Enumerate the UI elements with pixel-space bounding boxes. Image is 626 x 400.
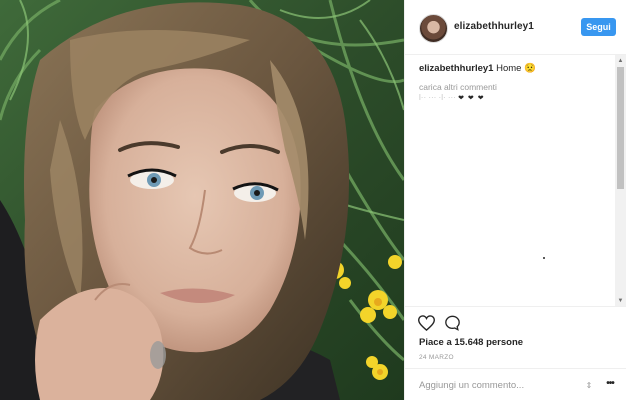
load-more-comments-link[interactable]: carica altri commenti (419, 82, 497, 92)
post-header: elizabethhurley1 Segui (405, 0, 626, 55)
comments-scrollbar[interactable]: ▲ ▼ (615, 55, 626, 306)
post-date: 24 MARZO (419, 354, 454, 361)
caption-username[interactable]: elizabethhurley1 (419, 63, 493, 74)
comments-area[interactable]: elizabethhurley1 Home 😟 carica altri com… (405, 55, 615, 305)
avatar[interactable] (419, 14, 448, 43)
stray-dot (543, 257, 545, 259)
partial-comment-hearts: ❤ ❤ ❤ (458, 95, 485, 102)
instagram-post: elizabethhurley1 Segui elizabethhurley1 … (0, 0, 626, 400)
likes-count[interactable]: Piace a 15.648 persone (419, 337, 523, 348)
resize-icon[interactable]: ⇕ (583, 379, 595, 391)
comment-icon[interactable] (444, 315, 461, 331)
follow-button[interactable]: Segui (581, 18, 616, 36)
scrollbar-thumb[interactable] (617, 67, 624, 189)
post-photo[interactable] (0, 0, 404, 400)
post-side-panel: elizabethhurley1 Segui elizabethhurley1 … (404, 0, 626, 400)
scroll-up-arrow-icon[interactable]: ▲ (615, 55, 626, 66)
add-comment-bar: ⇕ ••• (405, 368, 626, 400)
header-username[interactable]: elizabethhurley1 (454, 21, 534, 32)
more-options-icon[interactable]: ••• (603, 376, 617, 390)
selfie-image (0, 0, 404, 400)
post-actions: Piace a 15.648 persone 24 MARZO (405, 306, 626, 362)
heart-icon[interactable] (418, 315, 435, 331)
comment-input[interactable] (419, 377, 559, 393)
caption-text: Home 😟 (496, 63, 536, 74)
partial-comment-text: l·· ··· ·l· ··· (419, 93, 456, 102)
post-caption: elizabethhurley1 Home 😟 (419, 63, 536, 74)
partial-comment: l·· ··· ·l· ··· ❤ ❤ ❤ (419, 93, 485, 102)
scroll-down-arrow-icon[interactable]: ▼ (615, 295, 626, 306)
